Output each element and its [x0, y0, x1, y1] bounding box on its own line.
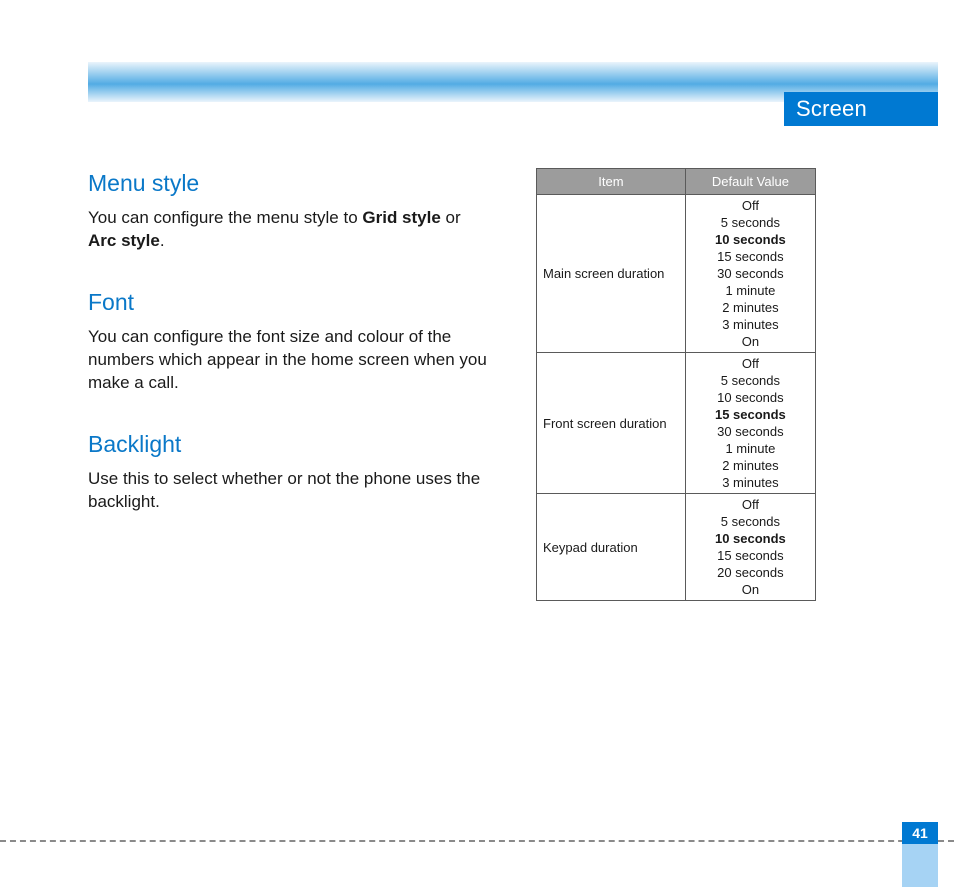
- cell-item-name: Main screen duration: [537, 195, 686, 353]
- option-item: 30 seconds: [686, 265, 815, 282]
- para-backlight: Use this to select whether or not the ph…: [88, 468, 488, 514]
- cell-item-name: Front screen duration: [537, 353, 686, 494]
- option-item: 5 seconds: [686, 372, 815, 389]
- option-item: 2 minutes: [686, 299, 815, 316]
- option-item: Off: [686, 197, 815, 214]
- th-item: Item: [537, 169, 686, 195]
- bold-text: Grid style: [362, 208, 440, 227]
- table-header-row: Item Default Value: [537, 169, 816, 195]
- option-item: On: [686, 581, 815, 598]
- footer-accent-block: [902, 844, 938, 887]
- option-item: On: [686, 333, 815, 350]
- heading-backlight: Backlight: [88, 429, 488, 460]
- default-values-table: Item Default Value Main screen durationO…: [536, 168, 816, 601]
- table-row: Front screen durationOff5 seconds10 seco…: [537, 353, 816, 494]
- heading-font: Font: [88, 287, 488, 318]
- option-item: 2 minutes: [686, 457, 815, 474]
- cell-options: Off5 seconds10 seconds15 seconds20 secon…: [685, 494, 815, 601]
- text-column: Menu style You can configure the menu st…: [88, 168, 488, 887]
- para-menu-style: You can configure the menu style to Grid…: [88, 207, 488, 253]
- table-column: Item Default Value Main screen durationO…: [536, 168, 816, 887]
- option-item: 10 seconds: [686, 530, 815, 547]
- footer-dashed-line: [0, 840, 954, 842]
- text: .: [160, 231, 165, 250]
- cell-options: Off5 seconds10 seconds15 seconds30 secon…: [685, 195, 815, 353]
- option-item: 5 seconds: [686, 214, 815, 231]
- options-list: Off5 seconds10 seconds15 seconds30 secon…: [686, 353, 815, 493]
- option-item: 10 seconds: [686, 389, 815, 406]
- bold-text: Arc style: [88, 231, 160, 250]
- section-tab-label: Screen: [796, 96, 867, 122]
- option-item: Off: [686, 496, 815, 513]
- option-item: 3 minutes: [686, 316, 815, 333]
- table-row: Main screen durationOff5 seconds10 secon…: [537, 195, 816, 353]
- option-item: 15 seconds: [686, 406, 815, 423]
- options-list: Off5 seconds10 seconds15 seconds30 secon…: [686, 195, 815, 352]
- option-item: 5 seconds: [686, 513, 815, 530]
- options-list: Off5 seconds10 seconds15 seconds20 secon…: [686, 494, 815, 600]
- option-item: 20 seconds: [686, 564, 815, 581]
- table-row: Keypad durationOff5 seconds10 seconds15 …: [537, 494, 816, 601]
- page-number-box: 41: [902, 822, 938, 844]
- option-item: 1 minute: [686, 440, 815, 457]
- content-area: Menu style You can configure the menu st…: [88, 168, 928, 887]
- heading-menu-style: Menu style: [88, 168, 488, 199]
- page-number: 41: [912, 825, 928, 841]
- text: or: [441, 208, 461, 227]
- option-item: Off: [686, 355, 815, 372]
- section-tab: Screen: [784, 92, 938, 126]
- option-item: 3 minutes: [686, 474, 815, 491]
- option-item: 15 seconds: [686, 248, 815, 265]
- cell-options: Off5 seconds10 seconds15 seconds30 secon…: [685, 353, 815, 494]
- th-default-value: Default Value: [685, 169, 815, 195]
- option-item: 15 seconds: [686, 547, 815, 564]
- text: You can configure the menu style to: [88, 208, 362, 227]
- option-item: 10 seconds: [686, 231, 815, 248]
- cell-item-name: Keypad duration: [537, 494, 686, 601]
- option-item: 1 minute: [686, 282, 815, 299]
- para-font: You can configure the font size and colo…: [88, 326, 488, 395]
- option-item: 30 seconds: [686, 423, 815, 440]
